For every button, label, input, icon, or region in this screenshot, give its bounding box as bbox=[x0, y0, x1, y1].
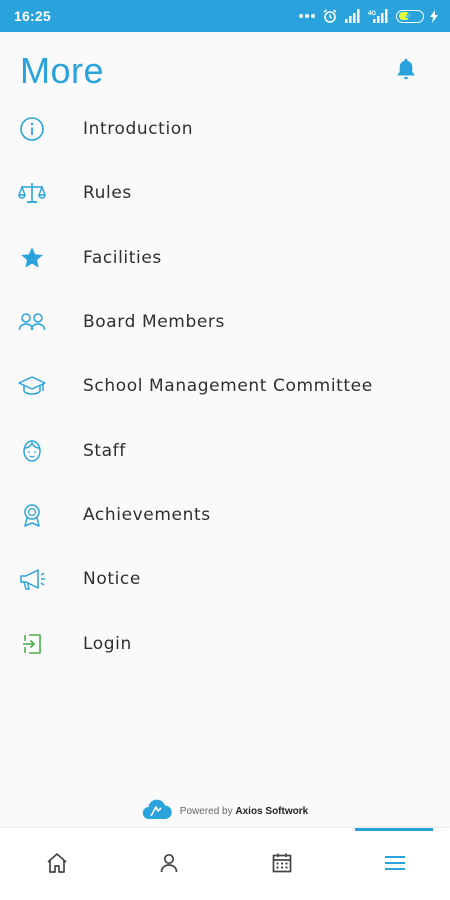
home-icon bbox=[45, 851, 69, 879]
menu-label: Achievements bbox=[83, 504, 211, 525]
powered-by-text: Powered by Axios Softwork bbox=[180, 806, 308, 817]
award-icon bbox=[18, 501, 46, 529]
signal-4g-icon: 4G bbox=[368, 9, 390, 23]
menu-label: Introduction bbox=[83, 119, 194, 140]
menu-list: Introduction Rules Facilities Board Memb… bbox=[0, 97, 450, 676]
person-icon bbox=[157, 851, 181, 879]
dots-icon bbox=[298, 13, 316, 19]
menu-label: Facilities bbox=[83, 247, 162, 268]
menu-label: Rules bbox=[83, 183, 132, 204]
menu-item-introduction[interactable]: Introduction bbox=[0, 97, 450, 161]
star-icon bbox=[18, 244, 46, 272]
active-tab-indicator bbox=[355, 828, 433, 831]
menu-label: Login bbox=[83, 633, 132, 654]
menu-item-notice[interactable]: Notice bbox=[0, 547, 450, 611]
calendar-icon bbox=[270, 851, 294, 879]
powered-by: Powered by Axios Softwork bbox=[0, 796, 450, 826]
nav-calendar-button[interactable] bbox=[267, 850, 297, 880]
menu-label: School Management Committee bbox=[83, 376, 373, 397]
alarm-icon bbox=[322, 8, 338, 24]
megaphone-icon bbox=[18, 565, 46, 593]
powered-label: Powered by bbox=[179, 805, 233, 817]
menu-label: Board Members bbox=[83, 312, 225, 333]
charging-icon bbox=[430, 9, 438, 23]
status-bar: 16:25 4G 49 bbox=[0, 0, 450, 32]
menu-item-staff[interactable]: Staff bbox=[0, 418, 450, 482]
graduation-cap-icon bbox=[18, 372, 46, 400]
menu-label: Staff bbox=[83, 440, 126, 461]
nav-home-button[interactable] bbox=[42, 850, 72, 880]
battery-icon: 49 bbox=[396, 9, 424, 23]
bottom-nav bbox=[0, 828, 450, 900]
status-icons: 4G 49 bbox=[298, 8, 438, 24]
notification-bell-icon[interactable] bbox=[393, 56, 419, 82]
menu-icon bbox=[383, 851, 407, 879]
axios-logo-icon bbox=[142, 797, 172, 825]
info-icon bbox=[18, 115, 46, 143]
login-icon bbox=[18, 630, 46, 658]
menu-item-facilities[interactable]: Facilities bbox=[0, 226, 450, 290]
svg-text:4G: 4G bbox=[368, 11, 376, 17]
company-name: Axios Softwork bbox=[235, 805, 309, 817]
menu-item-login[interactable]: Login bbox=[0, 611, 450, 675]
status-time: 16:25 bbox=[14, 8, 51, 24]
menu-item-rules[interactable]: Rules bbox=[0, 161, 450, 225]
menu-item-school-management-committee[interactable]: School Management Committee bbox=[0, 354, 450, 418]
nav-more-button[interactable] bbox=[380, 850, 410, 880]
menu-item-achievements[interactable]: Achievements bbox=[0, 483, 450, 547]
page-title: More bbox=[20, 50, 105, 91]
nav-profile-button[interactable] bbox=[154, 850, 184, 880]
scales-icon bbox=[18, 179, 46, 207]
signal-icon bbox=[344, 9, 362, 23]
menu-label: Notice bbox=[83, 569, 141, 590]
people-icon bbox=[18, 308, 46, 336]
battery-text: 49 bbox=[405, 11, 415, 21]
menu-item-board-members[interactable]: Board Members bbox=[0, 290, 450, 354]
person-face-icon bbox=[18, 437, 46, 465]
